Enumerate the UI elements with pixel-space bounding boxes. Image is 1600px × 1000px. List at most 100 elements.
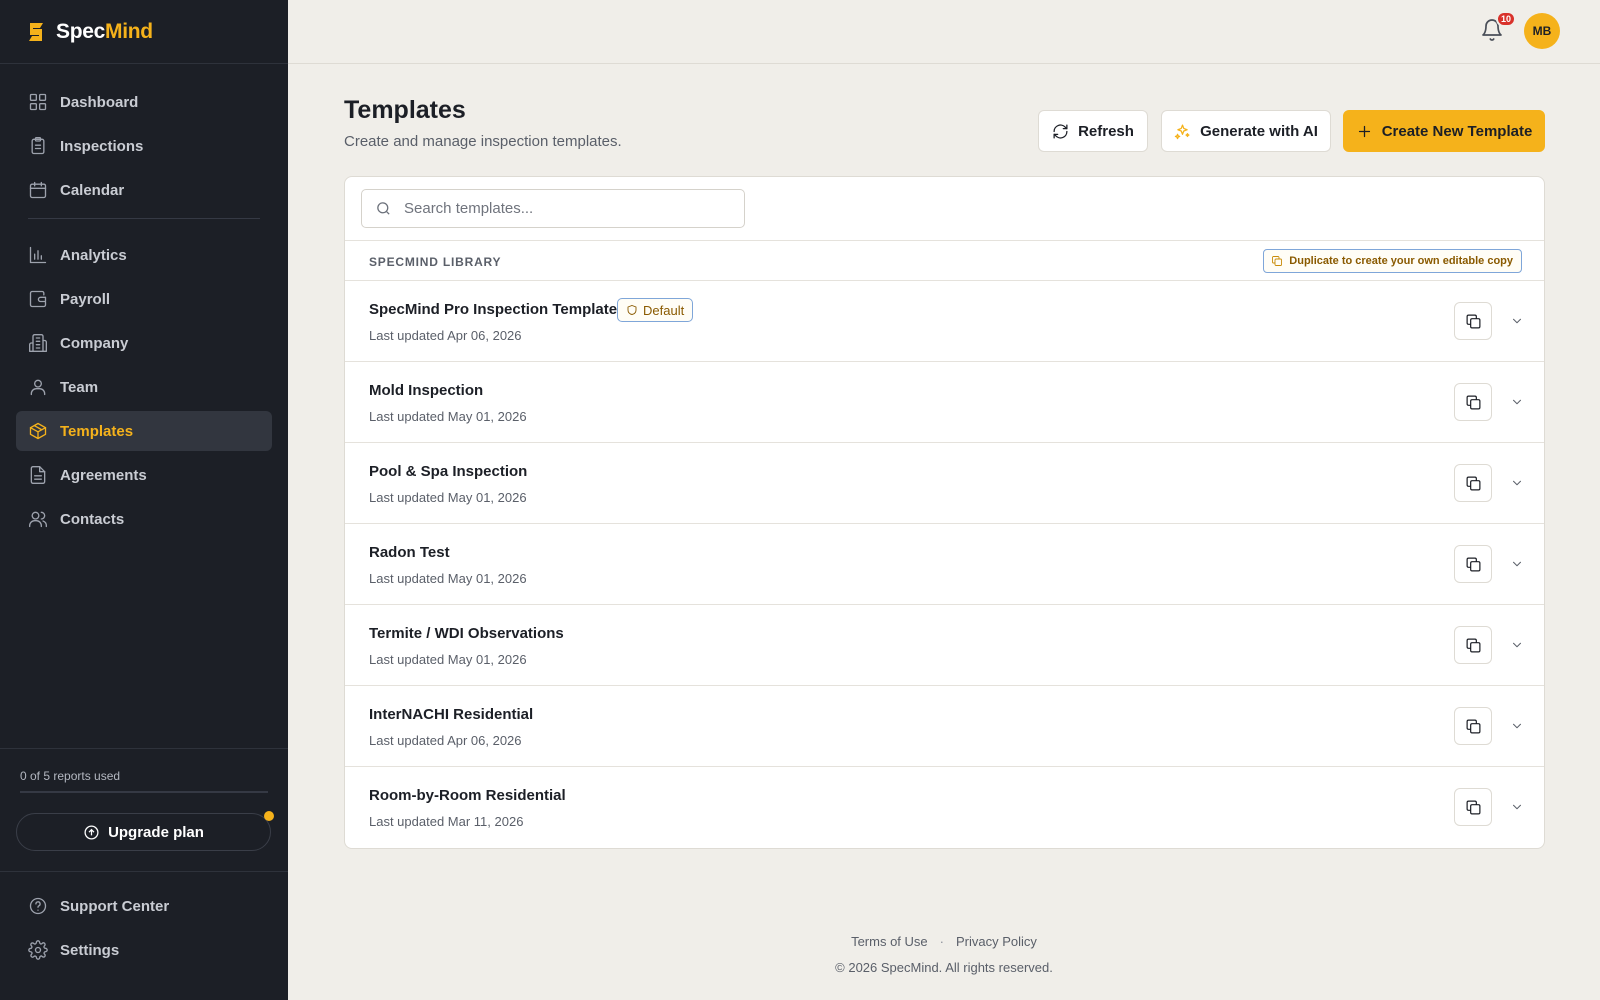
copy-icon [1466,476,1480,490]
sidebar-item-label: Agreements [60,466,147,484]
page-subtitle: Create and manage inspection templates. [344,133,622,150]
template-title: Radon Test [369,544,450,561]
package-icon [28,421,48,441]
sidebar-item-label: Inspections [60,137,144,155]
template-row[interactable]: SpecMind Pro Inspection Template Default… [345,281,1544,362]
footer-links: Terms of Use · Privacy Policy [288,934,1600,949]
expand-chevron-down-icon[interactable] [1507,311,1527,331]
clipboard-icon [28,136,48,156]
expand-chevron-down-icon[interactable] [1507,392,1527,412]
footer-separator: · [939,934,944,949]
sidebar-item-label: Templates [60,422,134,440]
page-title: Templates [344,96,466,124]
sidebar-item-label: Team [60,378,99,396]
sidebar-item-dashboard[interactable]: Dashboard [16,82,272,122]
copy-icon [1466,314,1480,328]
search-icon [377,202,390,215]
sidebar-item-support-center[interactable]: Support Center [16,886,272,926]
upgrade-label: Upgrade plan [108,823,204,841]
user-icon [28,377,48,397]
gear-icon [28,940,48,960]
search-input[interactable] [404,200,724,217]
upgrade-indicator-dot [264,811,274,821]
sidebar-item-agreements[interactable]: Agreements [16,455,272,495]
sidebar-item-inspections[interactable]: Inspections [16,126,272,166]
sidebar-item-label: Dashboard [60,93,139,111]
sidebar-item-company[interactable]: Company [16,323,272,363]
template-updated-date: Last updated May 01, 2026 [369,652,527,667]
notification-count-badge: 10 [1496,11,1516,27]
expand-chevron-down-icon[interactable] [1507,473,1527,493]
specmind-logo-icon [29,22,43,41]
template-title: Pool & Spa Inspection [369,463,528,480]
arrow-up-circle-icon [84,824,99,840]
brand[interactable]: SpecMind [0,0,288,64]
grid-icon [28,92,48,112]
library-title: SPECMIND LIBRARY [369,255,502,269]
template-row[interactable]: Room-by-Room Residential Last updated Ma… [345,767,1544,848]
template-title: InterNACHI Residential [369,706,534,723]
usage-bar [20,791,268,793]
avatar[interactable]: MB [1524,13,1560,49]
expand-chevron-down-icon[interactable] [1507,635,1527,655]
sidebar-item-settings[interactable]: Settings [16,930,272,970]
duplicate-template-button[interactable] [1454,545,1492,583]
copy-icon [1466,557,1480,571]
template-title: Mold Inspection [369,382,484,399]
template-row[interactable]: Mold Inspection Last updated May 01, 202… [345,362,1544,443]
copy-icon [1466,638,1480,652]
sidebar-item-payroll[interactable]: Payroll [16,279,272,319]
duplicate-template-button[interactable] [1454,788,1492,826]
template-updated-date: Last updated Apr 06, 2026 [369,328,522,343]
duplicate-template-button[interactable] [1454,464,1492,502]
refresh-button[interactable]: Refresh [1038,110,1148,152]
duplicate-template-button[interactable] [1454,302,1492,340]
duplicate-hint-badge: Duplicate to create your own editable co… [1263,249,1522,273]
refresh-label: Refresh [1078,122,1134,140]
upgrade-plan-button[interactable]: Upgrade plan [16,813,271,851]
sidebar-item-contacts[interactable]: Contacts [16,499,272,539]
plus-icon [1358,125,1370,137]
template-row[interactable]: Radon Test Last updated May 01, 2026 [345,524,1544,605]
template-updated-date: Last updated Apr 06, 2026 [369,733,522,748]
terms-of-use-link[interactable]: Terms of Use [851,934,928,949]
expand-chevron-down-icon[interactable] [1507,554,1527,574]
sidebar-item-templates[interactable]: Templates [16,411,272,451]
duplicate-template-button[interactable] [1454,707,1492,745]
sidebar-item-team[interactable]: Team [16,367,272,407]
sidebar-item-calendar[interactable]: Calendar [16,170,272,210]
sidebar-item-label: Analytics [60,246,127,264]
sidebar: SpecMind Dashboard Inspections Calendar … [0,0,288,1000]
template-title: SpecMind Pro Inspection Template [369,301,618,318]
generate-with-ai-label: Generate with AI [1200,122,1318,140]
duplicate-hint-text: Duplicate to create your own editable co… [1289,255,1513,267]
main-nav: Dashboard Inspections Calendar Analytics… [16,82,272,543]
bottom-nav: Support Center Settings [0,871,288,974]
template-row[interactable]: InterNACHI Residential Last updated Apr … [345,686,1544,767]
create-new-template-button[interactable]: Create New Template [1343,110,1545,152]
duplicate-template-button[interactable] [1454,626,1492,664]
duplicate-template-button[interactable] [1454,383,1492,421]
library-header: SPECMIND LIBRARY Duplicate to create you… [345,240,1544,281]
sidebar-item-label: Settings [60,941,120,959]
usage-text: 0 of 5 reports used [20,769,121,783]
search-box[interactable] [361,189,745,228]
wallet-icon [28,289,48,309]
brand-name: SpecMind [56,19,153,43]
expand-chevron-down-icon[interactable] [1507,797,1527,817]
expand-chevron-down-icon[interactable] [1507,716,1527,736]
default-badge: Default [617,298,694,322]
template-list: SpecMind Pro Inspection Template Default… [345,281,1544,848]
privacy-policy-link[interactable]: Privacy Policy [956,934,1037,949]
sidebar-item-label: Payroll [60,290,111,308]
template-row[interactable]: Pool & Spa Inspection Last updated May 0… [345,443,1544,524]
sidebar-item-analytics[interactable]: Analytics [16,235,272,275]
template-row[interactable]: Termite / WDI Observations Last updated … [345,605,1544,686]
users-icon [28,509,48,529]
nav-divider [28,218,260,219]
sidebar-item-label: Support Center [60,897,170,915]
template-title: Room-by-Room Residential [369,787,566,804]
create-new-template-label: Create New Template [1381,122,1533,140]
generate-with-ai-button[interactable]: Generate with AI [1161,110,1331,152]
footer: Terms of Use · Privacy Policy © 2026 Spe… [288,934,1600,975]
